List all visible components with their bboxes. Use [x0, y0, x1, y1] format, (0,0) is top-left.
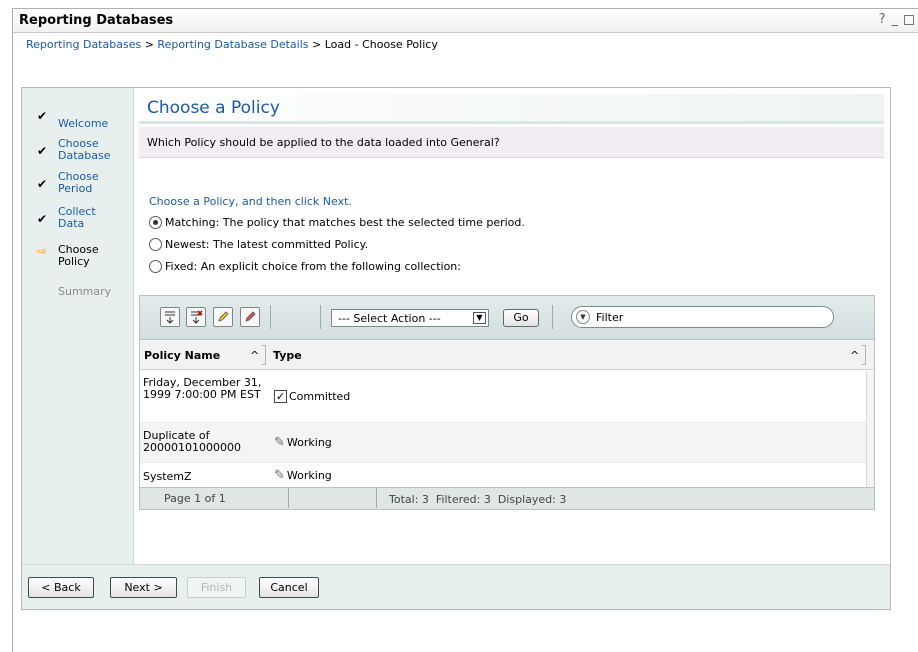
checkmark-icon: ✔	[36, 144, 48, 158]
pencil-icon: ✎	[274, 435, 285, 450]
option-label: Matching: The policy that matches best t…	[165, 216, 525, 229]
option-newest[interactable]: Newest: The latest committed Policy.	[149, 238, 368, 251]
step-label: Choose Policy	[58, 243, 99, 268]
filter-input[interactable]: ▼ Filter	[571, 306, 834, 328]
table-row[interactable]: SystemZ ✎ Working	[140, 463, 866, 489]
table-row[interactable]: Duplicate of 20000101000000 ✎ Working	[140, 423, 866, 463]
table-toolbar: --- Select Action --- ▼ Go ▼ Filter	[140, 296, 874, 340]
footer-divider	[288, 488, 289, 508]
column-resize-handle[interactable]	[262, 345, 266, 365]
breadcrumb-separator: >	[141, 38, 158, 51]
question-text: Which Policy should be applied to the da…	[147, 136, 500, 149]
totals-text: Total: 3 Filtered: 3 Displayed: 3	[389, 493, 567, 506]
column-header-policy-name[interactable]: Policy Name	[144, 349, 220, 362]
wizard: ✔ Welcome ✔ Choose Database ✔ Choose Per…	[21, 87, 891, 610]
step-label: Collect Data	[58, 205, 96, 230]
filter-placeholder: Filter	[596, 310, 624, 324]
portlet-titlebar: Reporting Databases ? _	[13, 9, 918, 33]
breadcrumb-link-reporting-databases[interactable]: Reporting Databases	[26, 38, 141, 51]
finish-button: Finish	[187, 577, 246, 598]
minimize-icon[interactable]: _	[892, 12, 899, 27]
policy-type-label: Working	[286, 436, 332, 449]
checkmark-icon: ✔	[36, 212, 48, 226]
option-label: Fixed: An explicit choice from the follo…	[165, 260, 461, 273]
policy-type-cell: ✎ Working	[274, 435, 332, 450]
breadcrumb-current: Load - Choose Policy	[324, 38, 438, 51]
delete-icon[interactable]	[240, 307, 260, 327]
radio-button[interactable]	[149, 238, 162, 251]
filter-dropdown-icon[interactable]: ▼	[576, 310, 590, 324]
table-row[interactable]: Friday, December 31, 1999 7:00:00 PM EST…	[140, 371, 866, 423]
policy-name-cell: Friday, December 31, 1999 7:00:00 PM EST	[143, 376, 262, 401]
select-action-value: --- Select Action ---	[338, 311, 441, 325]
policy-name-cell: Duplicate of 20000101000000	[143, 429, 241, 454]
portlet-controls: ? _	[879, 12, 914, 27]
pencil-icon: ✎	[274, 468, 285, 483]
deselect-all-icon[interactable]	[186, 307, 206, 327]
step-label: Choose Database	[58, 137, 111, 162]
maximize-icon[interactable]	[904, 15, 914, 25]
instruction-text: Choose a Policy, and then click Next.	[149, 195, 352, 208]
policy-table: --- Select Action --- ▼ Go ▼ Filter Poli…	[139, 295, 875, 510]
next-button[interactable]: Next >	[110, 577, 177, 598]
chevron-down-icon: ▼	[473, 312, 486, 324]
heading-bar: Choose a Policy	[139, 94, 884, 124]
policy-name-cell: SystemZ	[143, 470, 192, 483]
policy-type-cell: ✎ Working	[274, 468, 332, 483]
wizard-button-bar: < Back Next > Finish Cancel	[22, 564, 890, 609]
question-bar: Which Policy should be applied to the da…	[139, 127, 884, 158]
select-action-dropdown[interactable]: --- Select Action --- ▼	[331, 309, 489, 327]
wizard-content: Choose a Policy Which Policy should be a…	[134, 88, 890, 564]
table-footer: Page 1 of 1 Total: 3 Filtered: 3 Display…	[140, 487, 874, 509]
breadcrumb: Reporting Databases > Reporting Database…	[26, 38, 438, 51]
select-all-icon[interactable]	[160, 307, 180, 327]
option-matching[interactable]: Matching: The policy that matches best t…	[149, 216, 525, 229]
footer-divider	[376, 488, 377, 508]
go-button[interactable]: Go	[503, 309, 539, 327]
back-button[interactable]: < Back	[28, 577, 94, 598]
breadcrumb-separator: >	[308, 38, 325, 51]
toolbar-divider	[270, 305, 271, 329]
current-step-arrow-icon: ⇨	[36, 244, 48, 258]
wizard-steps: ✔ Welcome ✔ Choose Database ✔ Choose Per…	[22, 88, 134, 564]
page-title: Choose a Policy	[147, 98, 280, 118]
table-scrollbar[interactable]	[866, 371, 874, 489]
column-resize-handle[interactable]	[862, 345, 866, 365]
help-icon[interactable]: ?	[879, 12, 886, 27]
edit-icon[interactable]	[213, 307, 233, 327]
portlet-title: Reporting Databases	[19, 13, 174, 28]
radio-button[interactable]	[149, 216, 162, 229]
sort-icon[interactable]: ^	[850, 349, 859, 362]
table-header: Policy Name ^ Type ^	[140, 340, 874, 370]
step-label: Summary	[58, 285, 112, 298]
policy-type-label: Committed	[289, 390, 351, 403]
toolbar-divider	[320, 305, 321, 329]
breadcrumb-link-database-details[interactable]: Reporting Database Details	[157, 38, 308, 51]
cancel-button[interactable]: Cancel	[259, 577, 319, 598]
page-indicator: Page 1 of 1	[164, 492, 226, 505]
check-icon: ✓	[274, 390, 287, 403]
step-label: Choose Period	[58, 170, 99, 195]
toolbar-divider	[552, 305, 553, 329]
sort-icon[interactable]: ^	[250, 349, 259, 362]
checkmark-icon: ✔	[36, 177, 48, 191]
checkmark-icon: ✔	[36, 109, 48, 123]
column-header-type[interactable]: Type	[273, 349, 302, 362]
policy-type-label: Working	[286, 469, 332, 482]
option-fixed[interactable]: Fixed: An explicit choice from the follo…	[149, 260, 461, 273]
policy-type-cell: ✓ Committed	[274, 390, 350, 403]
radio-button[interactable]	[149, 260, 162, 273]
option-label: Newest: The latest committed Policy.	[165, 238, 369, 251]
step-label: Welcome	[58, 117, 109, 130]
